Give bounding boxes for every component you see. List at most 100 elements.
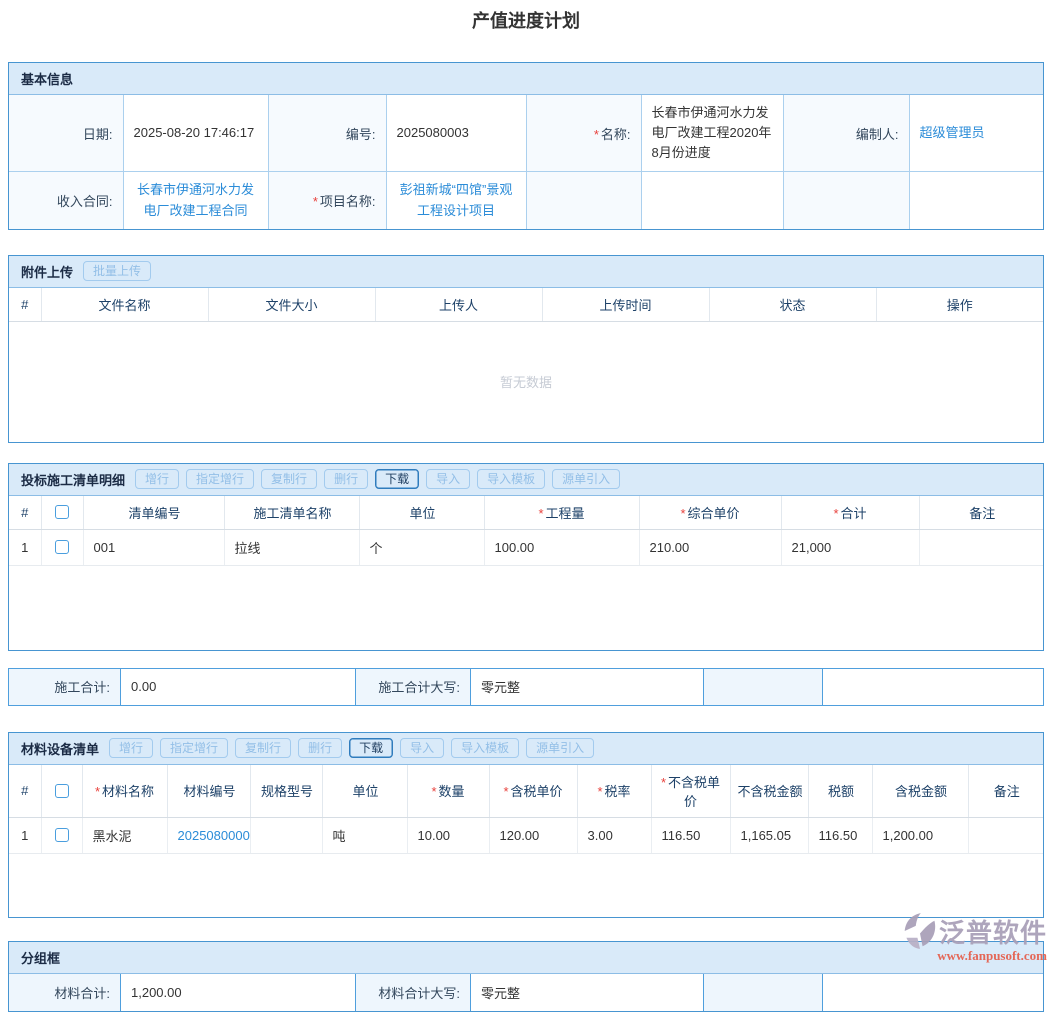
import-template-button[interactable]: 导入模板 — [477, 469, 545, 489]
col-price-untaxed: *不含税单价 — [651, 765, 730, 818]
source-import-button[interactable]: 源单引入 — [552, 469, 620, 489]
insert-row-button[interactable]: 指定增行 — [160, 738, 228, 758]
cell-amount-untaxed: 1,165.05 — [730, 817, 808, 853]
bid-list-empty-space — [9, 566, 1043, 650]
col-list-code: 清单编号 — [83, 496, 224, 530]
material-total-caps-label: 材料合计大写: — [356, 974, 471, 1011]
compiler-link[interactable]: 超级管理员 — [920, 125, 985, 140]
empty-label-cell — [704, 974, 823, 1011]
material-list-empty-space — [9, 854, 1043, 917]
col-remark: 备注 — [919, 496, 1043, 530]
income-contract-label: 收入合同: — [9, 172, 123, 229]
empty-label-cell — [783, 172, 909, 229]
col-file-size: 文件大小 — [208, 288, 375, 322]
empty-value-cell — [823, 974, 1043, 1011]
group-box-header: 分组框 — [9, 942, 1043, 974]
construction-total-value: 0.00 — [121, 669, 356, 705]
material-list-toolbar: 增行 指定增行 复制行 删行 下载 导入 导入模板 源单引入 — [109, 738, 594, 758]
cell-price-untaxed: 116.50 — [651, 817, 730, 853]
construction-total-caps-value: 零元整 — [471, 669, 704, 705]
delete-row-button[interactable]: 删行 — [298, 738, 342, 758]
date-value: 2025-08-20 17:46:17 — [123, 95, 268, 172]
cell-list-name: 拉线 — [224, 529, 359, 565]
attachments-title: 附件上传 — [21, 262, 73, 281]
empty-value-cell — [909, 172, 1043, 229]
material-total-caps-value: 零元整 — [471, 974, 704, 1011]
batch-upload-button[interactable]: 批量上传 — [83, 261, 151, 281]
construction-total-label: 施工合计: — [9, 669, 121, 705]
col-tax-rate: *税率 — [577, 765, 651, 818]
row-index: 1 — [9, 817, 41, 853]
source-import-button[interactable]: 源单引入 — [526, 738, 594, 758]
col-actions: 操作 — [876, 288, 1043, 322]
import-template-button[interactable]: 导入模板 — [451, 738, 519, 758]
material-table-row: 1 黑水泥 2025080000 吨 10.00 120.00 3.00 116… — [9, 817, 1043, 853]
col-upload-time: 上传时间 — [542, 288, 709, 322]
col-material-code: 材料编号 — [167, 765, 250, 818]
row-select-cell — [41, 817, 82, 853]
cell-material-code: 2025080000 — [167, 817, 250, 853]
col-quantity: *工程量 — [484, 496, 639, 530]
col-unit: 单位 — [359, 496, 484, 530]
group-box-section: 分组框 材料合计: 1,200.00 材料合计大写: 零元整 — [8, 941, 1044, 1012]
empty-value-cell — [823, 669, 1043, 705]
project-name-link[interactable]: 彭祖新城“四馆”景观工程设计项目 — [400, 182, 513, 217]
basic-info-table: 日期: 2025-08-20 17:46:17 编号: 2025080003 *… — [9, 95, 1043, 229]
material-list-table: # *材料名称 材料编号 规格型号 单位 *数量 *含税单价 *税率 *不含税单… — [9, 765, 1043, 854]
construction-total-row: 施工合计: 0.00 施工合计大写: 零元整 — [8, 668, 1044, 706]
compiler-label: 编制人: — [783, 95, 909, 172]
material-total-row: 材料合计: 1,200.00 材料合计大写: 零元整 — [9, 974, 1043, 1011]
row-select-cell — [41, 529, 83, 565]
date-label: 日期: — [9, 95, 123, 172]
col-amount-untaxed: 不含税金额 — [730, 765, 808, 818]
col-unit: 单位 — [322, 765, 407, 818]
copy-row-button[interactable]: 复制行 — [235, 738, 291, 758]
attachments-section: 附件上传 批量上传 # 文件名称 文件大小 上传人 上传时间 状态 操作 暂无数… — [8, 255, 1044, 443]
income-contract-link[interactable]: 长春市伊通河水力发电厂改建工程合同 — [137, 182, 254, 217]
select-all-checkbox[interactable] — [55, 505, 69, 519]
empty-label-cell — [704, 669, 823, 705]
download-button[interactable]: 下载 — [349, 738, 393, 758]
name-label: *名称: — [526, 95, 641, 172]
cell-unit-price: 210.00 — [639, 529, 781, 565]
cell-price-taxed: 120.00 — [489, 817, 577, 853]
material-code-link[interactable]: 2025080000 — [178, 828, 250, 843]
number-value: 2025080003 — [386, 95, 526, 172]
page-title: 产值进度计划 — [8, 7, 1044, 33]
row-checkbox[interactable] — [55, 828, 69, 842]
add-row-button[interactable]: 增行 — [109, 738, 153, 758]
cell-remark — [968, 817, 1043, 853]
cell-spec — [250, 817, 322, 853]
add-row-button[interactable]: 增行 — [135, 469, 179, 489]
copy-row-button[interactable]: 复制行 — [261, 469, 317, 489]
income-contract-value: 长春市伊通河水力发电厂改建工程合同 — [123, 172, 268, 229]
col-remark: 备注 — [968, 765, 1043, 818]
cell-quantity: 100.00 — [484, 529, 639, 565]
attachments-header: 附件上传 批量上传 — [9, 256, 1043, 288]
cell-tax-amount: 116.50 — [808, 817, 872, 853]
bid-list-table: # 清单编号 施工清单名称 单位 *工程量 *综合单价 *合计 备注 1 001… — [9, 496, 1043, 566]
download-button[interactable]: 下载 — [375, 469, 419, 489]
col-index: # — [9, 288, 41, 322]
col-index: # — [9, 765, 41, 818]
col-quantity: *数量 — [407, 765, 489, 818]
row-checkbox[interactable] — [55, 540, 69, 554]
attachments-toolbar: 批量上传 — [83, 261, 151, 281]
empty-value-cell — [641, 172, 783, 229]
col-tax-amount: 税额 — [808, 765, 872, 818]
attachments-empty-state: 暂无数据 — [9, 322, 1043, 442]
insert-row-button[interactable]: 指定增行 — [186, 469, 254, 489]
import-button[interactable]: 导入 — [426, 469, 470, 489]
delete-row-button[interactable]: 删行 — [324, 469, 368, 489]
number-label: 编号: — [268, 95, 386, 172]
select-all-checkbox[interactable] — [55, 784, 69, 798]
col-unit-price: *综合单价 — [639, 496, 781, 530]
col-select-all — [41, 765, 82, 818]
basic-info-section: 基本信息 日期: 2025-08-20 17:46:17 编号: 2025080… — [8, 62, 1044, 230]
material-list-section: 材料设备清单 增行 指定增行 复制行 删行 下载 导入 导入模板 源单引入 # — [8, 732, 1044, 918]
cell-list-code: 001 — [83, 529, 224, 565]
import-button[interactable]: 导入 — [400, 738, 444, 758]
basic-info-title: 基本信息 — [21, 69, 73, 88]
col-file-name: 文件名称 — [41, 288, 208, 322]
col-select-all — [41, 496, 83, 530]
